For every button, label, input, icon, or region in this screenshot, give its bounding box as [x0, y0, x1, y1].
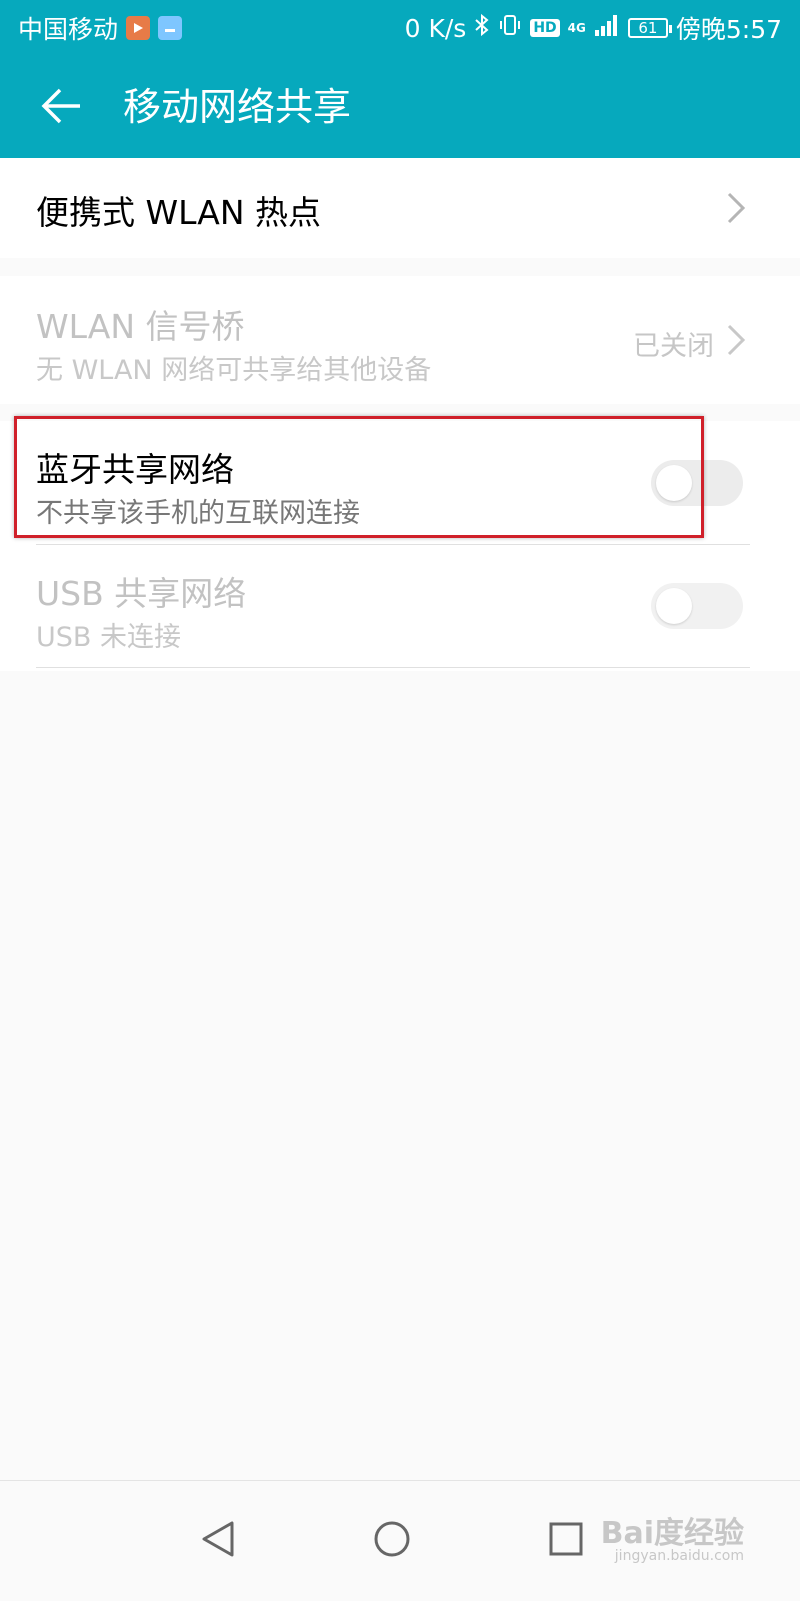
- divider: [36, 667, 750, 668]
- back-arrow-icon: [41, 88, 80, 124]
- bluetooth-tethering-row[interactable]: 蓝牙共享网络 不共享该手机的互联网连接: [0, 421, 800, 544]
- clock: 傍晚5:57: [675, 15, 782, 44]
- bluetooth-tethering-toggle[interactable]: [651, 460, 743, 506]
- page-title: 移动网络共享: [123, 85, 352, 129]
- status-bar-left: 中国移动: [18, 10, 183, 46]
- wlan-bridge-row[interactable]: WLAN 信号桥 无 WLAN 网络可共享给其他设备 已关闭: [0, 276, 800, 404]
- square-recents-icon: [549, 1522, 583, 1556]
- usb-tethering-subtitle: USB 未连接: [36, 622, 182, 653]
- network-speed: 0 K/s: [404, 13, 467, 43]
- toggle-knob: [656, 588, 692, 624]
- baidu-watermark-url: jingyan.baidu.com: [614, 1548, 744, 1564]
- chevron-right-icon: [727, 192, 746, 224]
- triangle-back-icon: [202, 1521, 234, 1557]
- usb-tethering-toggle[interactable]: [651, 583, 743, 629]
- wlan-bridge-title: WLAN 信号桥: [36, 307, 245, 346]
- battery-level: 61: [638, 19, 658, 37]
- carrier-label: 中国移动: [18, 15, 119, 44]
- bluetooth-tethering-title: 蓝牙共享网络: [36, 450, 234, 489]
- nav-back-button[interactable]: [178, 1499, 258, 1579]
- battery-icon: 61: [627, 18, 672, 38]
- nav-home-button[interactable]: [352, 1499, 432, 1579]
- wlan-bridge-status: 已关闭: [633, 331, 714, 362]
- usb-tethering-title: USB 共享网络: [36, 574, 247, 613]
- app-header: 移动网络共享: [0, 56, 800, 158]
- bluetooth-icon: [474, 13, 490, 43]
- wlan-bridge-subtitle: 无 WLAN 网络可共享给其他设备: [36, 355, 432, 386]
- toggle-knob: [656, 465, 692, 501]
- wlan-hotspot-title: 便携式 WLAN 热点: [36, 193, 322, 232]
- vibrate-icon: [498, 13, 522, 43]
- circle-home-icon: [374, 1521, 410, 1557]
- wlan-hotspot-row[interactable]: 便携式 WLAN 热点: [0, 158, 800, 258]
- tethering-group: 蓝牙共享网络 不共享该手机的互联网连接 USB 共享网络 USB 未连接: [0, 421, 800, 671]
- usb-tethering-row[interactable]: USB 共享网络 USB 未连接: [0, 545, 800, 667]
- chevron-right-icon: [727, 324, 746, 356]
- network-type: 4G: [567, 21, 586, 35]
- status-bar: 中国移动 0 K/s HD 4G 61 傍晚5:57: [0, 0, 800, 56]
- signal-icon: [594, 13, 620, 43]
- bluetooth-tethering-subtitle: 不共享该手机的互联网连接: [36, 498, 360, 529]
- baidu-watermark: Bai度经验: [600, 1516, 744, 1551]
- nav-recents-button[interactable]: [526, 1499, 606, 1579]
- video-app-icon: [126, 16, 151, 40]
- hd-badge: HD: [530, 19, 560, 37]
- status-bar-right: 0 K/s HD 4G 61 傍晚5:57: [405, 10, 782, 46]
- app-notification-icon: [158, 16, 183, 40]
- back-button[interactable]: [34, 78, 90, 134]
